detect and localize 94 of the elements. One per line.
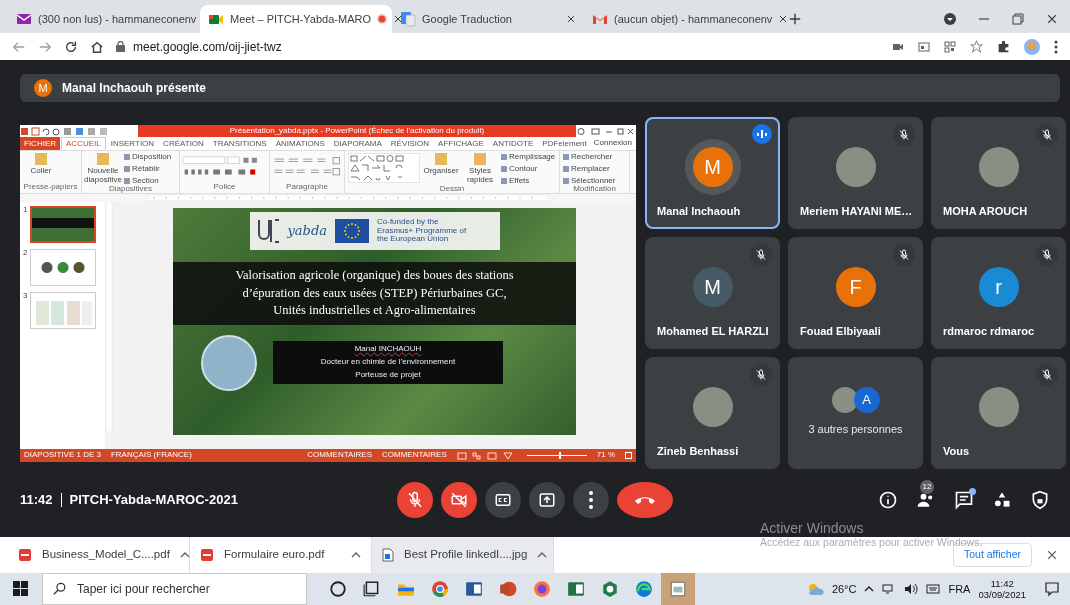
participant-name: MOHA AROUCH	[943, 203, 1029, 219]
ribbon-tab[interactable]: DIAPORAMA	[329, 137, 386, 150]
ribbon-tab[interactable]: ACCUEIL	[61, 137, 106, 150]
participant-name: Vous	[943, 443, 971, 459]
presenter-text: Docteur en chimie de l’environnement	[320, 358, 456, 367]
language-indicator[interactable]: FRANÇAIS (FRANCE)	[110, 451, 192, 460]
ribbon-button[interactable]: Rechercher	[563, 153, 616, 162]
notes-button[interactable]: COMMENTAIRES	[307, 451, 372, 460]
ribbon-tab[interactable]: INSERTION	[106, 137, 159, 150]
clock-time: 11:42	[20, 491, 53, 510]
download-item[interactable]: Best Profile linkedI....jpg	[372, 537, 554, 573]
window-title: Présentation_yabda.pptx - PowerPoint (Échec de l'activation du produit)	[138, 125, 576, 137]
ribbon-tab[interactable]: ANTIDOTE	[488, 137, 538, 150]
avatar: M	[34, 79, 52, 97]
zoom-level: 71 %	[596, 451, 615, 460]
slide-number[interactable]: 3	[23, 292, 28, 301]
input-language[interactable]: FRA	[948, 580, 971, 598]
ribbon-button[interactable]: Contour	[501, 164, 556, 174]
participant-count: 3 autres personnes	[807, 422, 904, 437]
tab-title: (aucun objet) - hammaneconenv	[614, 11, 773, 27]
participant-tile[interactable]: r rdmaroc rdmaroc	[931, 237, 1066, 349]
comments-button[interactable]: COMMENTAIRES	[382, 451, 447, 460]
ribbon-button[interactable]: Coller	[23, 153, 59, 176]
address-field[interactable]: meet.google.com/oij-jiet-twz	[133, 37, 282, 56]
avatar: r	[978, 267, 1019, 307]
slide-counter: DIAPOSITIVE 1 DE 3	[24, 451, 101, 460]
avatar: M	[692, 147, 733, 187]
ribbon-button[interactable]: Styles rapides	[462, 153, 498, 185]
group-label: Modification	[572, 185, 617, 195]
ribbon-tab[interactable]: CRÉATION	[159, 137, 208, 150]
ribbon-button[interactable]: Sélectionner	[563, 176, 616, 186]
ribbon-tab[interactable]: ANIMATIONS	[271, 137, 329, 150]
avatar: F	[835, 267, 876, 307]
participant-name: Meriem HAYANI ME…	[800, 203, 911, 219]
file-name: Formulaire euro.pdf	[224, 547, 325, 563]
sign-in-link[interactable]: Connexion	[593, 138, 632, 148]
ribbon-tab[interactable]: TRANSITIONS	[208, 137, 271, 150]
participant-name: Manal Inchaouh	[657, 203, 742, 219]
participant-tile[interactable]: M Mohamed EL HARZLI	[645, 237, 780, 349]
ribbon-button[interactable]: Remplissage	[501, 153, 556, 162]
presenter-text: Porteuse de projet	[355, 370, 421, 380]
participant-tile[interactable]: Meriem HAYANI ME…	[788, 117, 923, 229]
tab-title: Meet – PITCH-Yabda-MARO	[230, 11, 371, 27]
group-label: Paragraphe	[285, 183, 329, 192]
ribbon-button[interactable]: Nouvelle diapositive	[85, 153, 121, 185]
slide-title-line: d’épuration des eaux usées (STEP) Périurbaines GC,	[241, 284, 508, 302]
group-label: Diapositives	[107, 185, 154, 195]
banner-text: Manal Inchaouh présente	[62, 80, 207, 97]
participant-name: Zineb Benhassi	[657, 443, 740, 459]
avatar: M	[692, 267, 733, 307]
search-placeholder: Taper ici pour rechercher	[77, 581, 210, 598]
group-label: Presse-papiers	[23, 183, 78, 192]
avatar: A	[853, 387, 880, 413]
browser-tab[interactable]: Google Traduction	[392, 5, 584, 33]
ribbon-button[interactable]: Organiser	[423, 153, 459, 176]
slide-number[interactable]: 1	[23, 206, 28, 215]
file-name: Best Profile linkedI....jpg	[404, 547, 528, 563]
funding-text: Co-funded by the Erasmus+ Programme of the European Union	[377, 217, 468, 245]
ribbon-tab[interactable]: FICHIER	[20, 137, 60, 150]
tab-title: (300 non lus) - hammaneconenv	[38, 11, 197, 27]
slide-title-line: Unités industrielles et Agro-alimentaires	[272, 302, 477, 319]
ribbon-button[interactable]: Rétablir	[124, 164, 172, 174]
activation-notice-title: Activer Windows	[760, 520, 865, 537]
ribbon-tab[interactable]: PDFelement	[538, 137, 591, 150]
slide-title-line: Valorisation agricole (organique) des boues des stations	[234, 267, 515, 284]
slide-number[interactable]: 2	[23, 249, 28, 258]
participant-tile[interactable]: A 3 autres personnes	[788, 357, 923, 469]
tab-title: Google Traduction	[422, 11, 513, 27]
ribbon-tab[interactable]: RÉVISION	[386, 137, 434, 150]
participant-tile[interactable]: F Fouad Elbiyaali	[788, 237, 923, 349]
project-logo: yabda	[287, 223, 327, 239]
participant-name: rdmaroc rdmaroc	[943, 323, 1036, 339]
clock-time: 11:42	[990, 577, 1014, 589]
browser-tab[interactable]: (aucun objet) - hammaneconenv	[584, 5, 776, 33]
ribbon-button[interactable]: Remplacer	[563, 164, 616, 174]
meeting-title: PITCH-Yabda-MAROC-2021	[69, 491, 238, 510]
participant-name: Mohamed EL HARZLI	[657, 323, 768, 339]
participant-tile[interactable]: Zineb Benhassi	[645, 357, 780, 469]
group-label: Police	[212, 183, 237, 192]
clock-date: 03/09/2021	[978, 589, 1026, 601]
temperature: 26°C	[831, 581, 857, 597]
ribbon-button[interactable]: Section	[124, 176, 172, 186]
taskbar-search-field[interactable]: Taper ici pour rechercher	[42, 573, 307, 605]
ribbon-tab[interactable]: AFFICHAGE	[434, 137, 488, 150]
participant-tile[interactable]: Vous	[931, 357, 1066, 469]
group-label: Dessin	[438, 185, 466, 195]
presenter-name: Manal INCHAOUH	[354, 345, 422, 355]
ribbon-button[interactable]: Disposition	[124, 153, 172, 162]
participant-tile[interactable]: M Manal Inchaouh	[645, 117, 780, 229]
count-badge: 12	[920, 480, 934, 494]
participant-name: Fouad Elbiyaali	[800, 323, 882, 339]
ribbon-button[interactable]: Effets	[501, 176, 556, 186]
file-name: Business_Model_C....pdf	[42, 547, 170, 563]
participant-tile[interactable]: MOHA AROUCH	[931, 117, 1066, 229]
